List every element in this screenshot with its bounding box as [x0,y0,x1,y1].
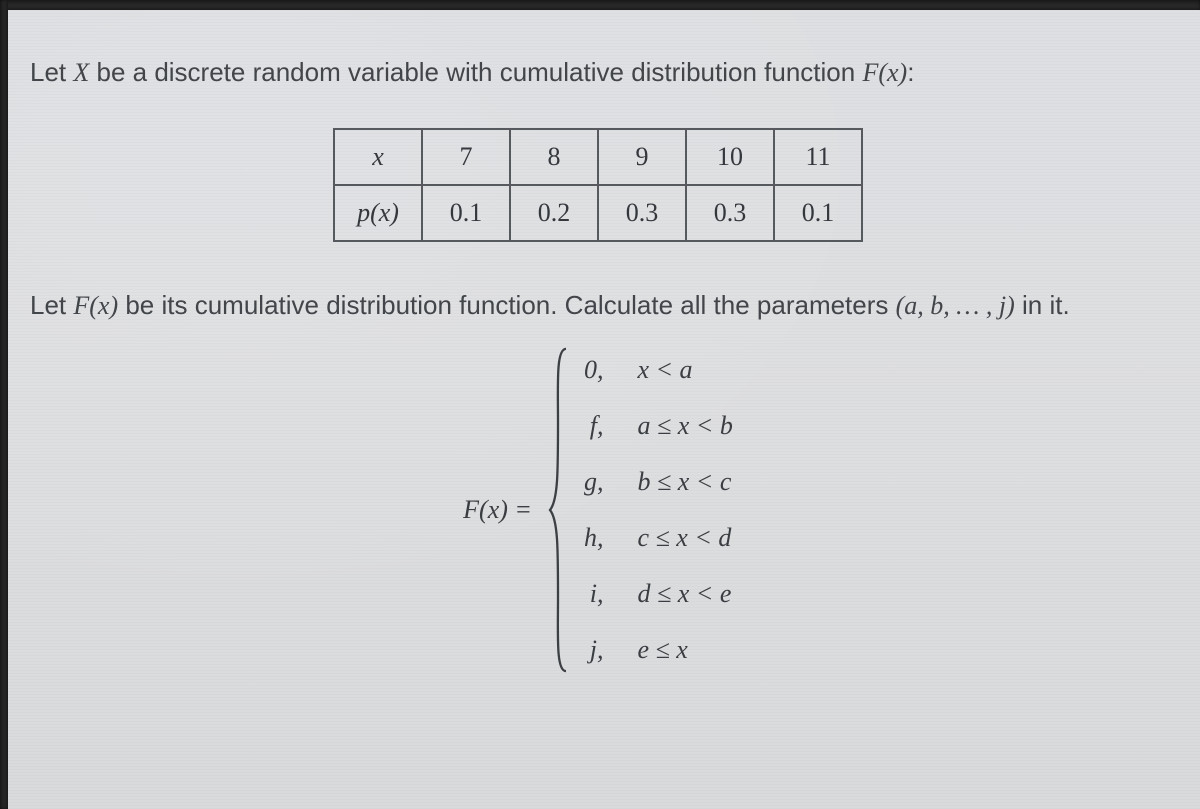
text: be a discrete random variable with cumul… [89,57,862,87]
case-value: h, [584,523,604,553]
case-value: g, [584,467,604,497]
prompt-line-2: Let F(x) be its cumulative distribution … [30,288,1166,323]
prompt-line-1: Let X be a discrete random variable with… [30,55,1166,90]
pmf-table: x 7 8 9 10 11 p(x) 0.1 0.2 0.3 0.3 0.1 [333,128,863,242]
p-cell: 0.1 [774,185,862,241]
var-X: X [73,58,89,87]
left-brace-icon [548,345,568,675]
x-cell: 10 [686,129,774,185]
cdf-definition: F(x) = 0, x < a f, a ≤ x < b g, b ≤ x < … [30,345,1166,675]
case-condition: e ≤ x [637,635,732,665]
x-cell: 11 [774,129,862,185]
text: be its cumulative distribution function.… [118,290,896,320]
x-cell: 8 [510,129,598,185]
case-value: j, [584,635,604,665]
table-row: x 7 8 9 10 11 [334,129,862,185]
case-condition: a ≤ x < b [637,411,732,441]
text: Let [30,290,73,320]
case-condition: b ≤ x < c [637,467,732,497]
x-cell: 7 [422,129,510,185]
bezel-left [0,0,8,809]
fn-Fx: F(x) = [463,495,532,524]
piecewise-cases: 0, x < a f, a ≤ x < b g, b ≤ x < c h, c … [584,345,733,675]
question-panel: Let X be a discrete random variable with… [8,10,1200,809]
param-tuple: (a, b, … , j) [896,291,1015,320]
p-cell: 0.1 [422,185,510,241]
p-cell: 0.2 [510,185,598,241]
text: : [907,57,914,87]
row-header-x: x [334,129,422,185]
case-condition: x < a [637,355,732,385]
p-cell: 0.3 [686,185,774,241]
case-condition: c ≤ x < d [637,523,732,553]
bezel-top [0,0,1200,10]
table-row: p(x) 0.1 0.2 0.3 0.3 0.1 [334,185,862,241]
case-condition: d ≤ x < e [637,579,732,609]
text: in it. [1015,290,1070,320]
fn-Fx: F(x) [862,58,907,87]
case-value: i, [584,579,604,609]
case-value: 0, [584,355,604,385]
text: Let [30,57,73,87]
x-cell: 9 [598,129,686,185]
p-cell: 0.3 [598,185,686,241]
fn-Fx: F(x) [73,291,118,320]
equation-label: F(x) = [463,495,532,525]
row-header-px: p(x) [334,185,422,241]
case-value: f, [584,411,604,441]
